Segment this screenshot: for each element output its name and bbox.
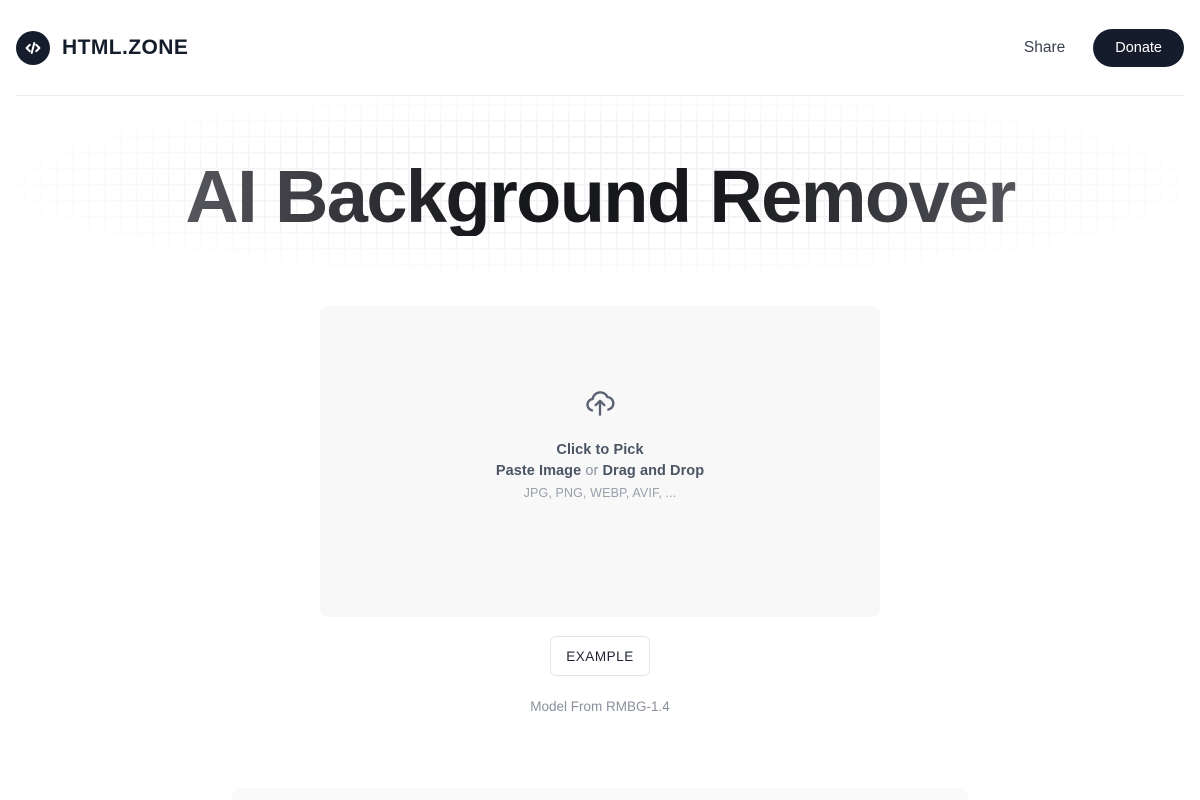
brand-logo-link[interactable]: HTML.ZONE (16, 31, 188, 65)
share-link[interactable]: Share (1020, 33, 1069, 63)
below-fold-panel (232, 788, 968, 800)
supported-formats-label: JPG, PNG, WEBP, AVIF, ... (523, 485, 677, 500)
dropzone-content: Click to Pick Paste Image or Drag and Dr… (496, 388, 704, 500)
dropzone-alt-label: Paste Image or Drag and Drop (496, 463, 704, 479)
site-header: HTML.ZONE Share Donate (0, 0, 1200, 96)
page-root: HTML.ZONE Share Donate AI Background Rem… (0, 0, 1200, 800)
main-content: Click to Pick Paste Image or Drag and Dr… (0, 306, 1200, 714)
header-actions: Share Donate (1020, 29, 1184, 67)
header-divider (16, 95, 1184, 96)
brand-name: HTML.ZONE (62, 36, 189, 59)
cloud-upload-icon (583, 388, 617, 423)
donate-button[interactable]: Donate (1093, 29, 1184, 67)
hero-section: AI Background Remover (0, 96, 1200, 306)
drag-and-drop-label: Drag and Drop (602, 462, 705, 479)
page-title: AI Background Remover (0, 96, 1200, 236)
dropzone-click-label: Click to Pick (556, 441, 644, 458)
upload-dropzone[interactable]: Click to Pick Paste Image or Drag and Dr… (320, 306, 880, 617)
model-credit-label: Model From RMBG-1.4 (530, 699, 670, 714)
code-brackets-icon (16, 31, 50, 65)
example-button[interactable]: EXAMPLE (550, 636, 650, 676)
paste-image-label: Paste Image (495, 462, 582, 479)
or-label: or (581, 462, 603, 479)
